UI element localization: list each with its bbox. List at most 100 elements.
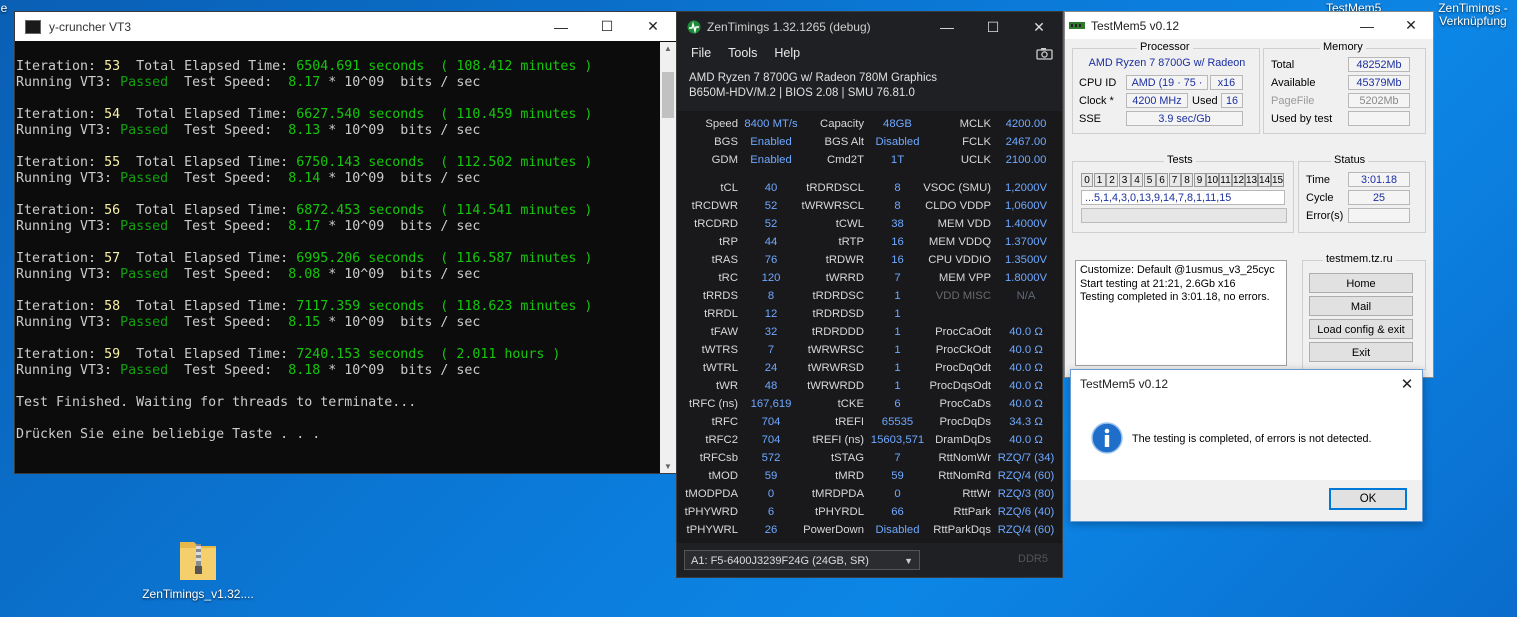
elapsed-time: 6872.453 seconds ( 114.541 minutes )	[296, 203, 593, 218]
test-cell: 4	[1131, 173, 1143, 187]
timing-label: Speed	[705, 118, 738, 130]
ok-button[interactable]: OK	[1329, 488, 1407, 510]
timing-label: tWTRL	[702, 362, 738, 374]
timing-label: VDD MISC	[935, 290, 991, 302]
window-title: ZenTimings 1.32.1265 (debug)	[707, 20, 871, 34]
timing-label: tREFI (ns)	[812, 434, 864, 446]
menu-help[interactable]: Help	[774, 46, 800, 60]
timing-value: RZQ/6 (40)	[997, 506, 1055, 518]
shortcut-label-line2: Verknüpfung	[1439, 14, 1507, 28]
close-icon[interactable]: ✕	[1392, 375, 1422, 393]
maximize-icon[interactable]: ☐	[584, 12, 630, 41]
timing-value: 1,0600V	[1004, 200, 1048, 212]
ycruncher-window[interactable]: y-cruncher VT3 — ☐ ✕ Iteration: 53 Total…	[14, 11, 677, 474]
timings-row: tWTRL 24 tWRWRSD 1 ProcDqOdt 40.0 Ω	[677, 360, 1062, 376]
dialog-titlebar[interactable]: TestMem5 v0.12 ✕	[1071, 370, 1422, 398]
timing-label: RttNomRd	[938, 470, 991, 482]
window-title: y-cruncher VT3	[49, 19, 132, 34]
test-speed: 8.15	[288, 315, 321, 330]
zentimings-window[interactable]: ZenTimings 1.32.1265 (debug) — ☐ ✕ File …	[676, 11, 1063, 578]
mail-button[interactable]: Mail	[1309, 296, 1413, 316]
scroll-down-icon[interactable]: ▼	[664, 462, 672, 471]
console-result-line: Running VT3: Passed Test Speed: 8.13 * 1…	[16, 123, 481, 138]
home-button[interactable]: Home	[1309, 273, 1413, 293]
timing-label: FCLK	[962, 136, 991, 148]
timings-row: tMODPDA 0 tMRDPDA 0 RttWr RZQ/3 (80)	[677, 486, 1062, 502]
ycruncher-titlebar[interactable]: y-cruncher VT3 — ☐ ✕	[15, 12, 676, 41]
desktop-zentimings-shortcut[interactable]: ZenTimings - Verknüpfung	[1432, 2, 1514, 28]
timing-value: 2467.00	[1005, 136, 1047, 148]
scroll-up-icon[interactable]: ▲	[664, 44, 672, 53]
test-cell: 9	[1193, 173, 1206, 187]
summary-row: Speed 8400 MT/s Capacity 48GB MCLK 4200.00	[677, 116, 1062, 132]
timing-label: ProcCkOdt	[935, 344, 991, 356]
vertical-scrollbar[interactable]: ▲ ▼	[660, 42, 676, 473]
timing-value: 1.4000V	[1004, 218, 1048, 230]
console-iteration-line: Iteration: 53 Total Elapsed Time: 6504.6…	[16, 59, 593, 74]
dimm-select[interactable]: A1: F5-6400J3239F24G (24GB, SR) ▼	[684, 550, 920, 570]
test-cell: 10	[1206, 173, 1219, 187]
scroll-thumb[interactable]	[662, 72, 674, 118]
timing-label: tMRDPDA	[811, 488, 864, 500]
timing-label: tRCDRD	[694, 218, 738, 230]
timing-value: 40.0 Ω	[1009, 344, 1043, 356]
menu-file[interactable]: File	[691, 46, 711, 60]
processor-group-title: Processor	[1137, 41, 1193, 53]
timings-row: tPHYWRL 26 PowerDown Disabled RttParkDqs RZQ/…	[677, 522, 1062, 538]
close-icon[interactable]: ✕	[1016, 12, 1062, 42]
console-iteration-line: Iteration: 58 Total Elapsed Time: 7117.3…	[16, 299, 593, 314]
log-line: Start testing at 21:21, 2.6Gb x16	[1080, 277, 1236, 290]
iteration-number: 56	[104, 203, 121, 218]
timings-panel: Speed 8400 MT/s Capacity 48GB MCLK 4200.00 BGS…	[677, 111, 1062, 555]
zip-label: ZenTimings_v1.32....	[142, 587, 254, 601]
elapsed-seconds: 6872.453	[296, 203, 361, 218]
timing-value: 1,2000V	[1004, 182, 1048, 194]
passed-status: Passed	[120, 315, 169, 330]
timing-label: tRDRDDD	[811, 326, 864, 338]
passed-status: Passed	[120, 171, 169, 186]
desktop-zip-icon[interactable]: ZenTimings_v1.32....	[133, 536, 263, 601]
ram-icon	[1069, 21, 1085, 29]
timings-row: tRFC (ns) 167,619 tCKE 6 ProcCaDs 40.0 Ω	[677, 396, 1062, 412]
minimize-icon[interactable]: —	[538, 12, 584, 41]
timings-row: tRCDRD 52 tCWL 38 MEM VDD 1.4000V	[677, 216, 1062, 232]
exit-button[interactable]: Exit	[1309, 342, 1413, 362]
minimize-icon[interactable]: —	[924, 12, 970, 42]
elapsed-time: 6504.691 seconds ( 108.412 minutes )	[296, 59, 593, 74]
console-result-line: Running VT3: Passed Test Speed: 8.17 * 1…	[16, 219, 481, 234]
timing-label: tCWL	[835, 218, 864, 230]
close-icon[interactable]: ✕	[630, 12, 676, 41]
timings-row: tWTRS 7 tWRWRSC 1 ProcCkOdt 40.0 Ω	[677, 342, 1062, 358]
total-label: Total	[1271, 59, 1295, 71]
timing-value: 40.0 Ω	[1009, 434, 1043, 446]
timing-value: 40.0 Ω	[1009, 398, 1043, 410]
test-cell: 12	[1232, 173, 1245, 187]
completion-dialog[interactable]: TestMem5 v0.12 ✕ The testing is complete…	[1070, 369, 1423, 522]
timing-label: tRFC (ns)	[689, 398, 738, 410]
screenshot-camera-icon[interactable]	[1036, 47, 1053, 60]
timing-label: tWRWRSD	[807, 362, 864, 374]
timing-label: tMODPDA	[685, 488, 738, 500]
menu-tools[interactable]: Tools	[728, 46, 757, 60]
testmem-titlebar[interactable]: TestMem5 v0.12 — ✕	[1065, 12, 1433, 39]
zentimings-logo-icon	[687, 20, 701, 34]
load-config-exit-button[interactable]: Load config & exit	[1309, 319, 1413, 339]
minimize-icon[interactable]: —	[1345, 12, 1389, 39]
elapsed-minutes: 114.541 minutes	[456, 203, 577, 218]
available-label: Available	[1271, 77, 1316, 89]
testmem-window[interactable]: TestMem5 v0.12 — ✕ Processor AMD Ryzen 7…	[1064, 11, 1434, 378]
test-cell: 14	[1258, 173, 1271, 187]
close-icon[interactable]: ✕	[1389, 12, 1433, 39]
zentimings-footer: A1: F5-6400J3239F24G (24GB, SR) ▼ DDR5	[677, 543, 1062, 577]
timings-row: tRP 44 tRTP 16 MEM VDDQ 1.3700V	[677, 234, 1062, 250]
timing-label: BGS Alt	[824, 136, 864, 148]
threads-value: x16	[1210, 75, 1243, 90]
maximize-icon[interactable]: ☐	[970, 12, 1016, 42]
site-link[interactable]: testmem.tz.ru	[1323, 253, 1396, 265]
timings-row: tRCDWR 52 tWRWRSCL 8 CLDO VDDP 1,0600V	[677, 198, 1062, 214]
zentimings-titlebar[interactable]: ZenTimings 1.32.1265 (debug) — ☐ ✕	[677, 12, 1062, 42]
timing-value: 1.3700V	[1004, 236, 1048, 248]
